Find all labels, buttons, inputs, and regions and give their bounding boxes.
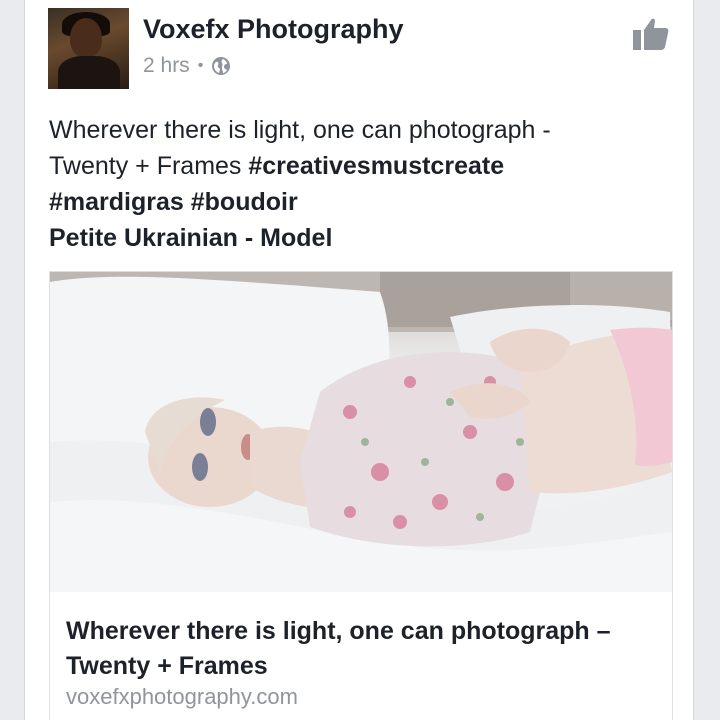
avatar[interactable] xyxy=(48,8,129,89)
link-preview-title[interactable]: Wherever there is light, one can photogr… xyxy=(66,614,656,684)
post-text-line4: Petite Ukrainian - Model xyxy=(49,224,333,252)
meta-separator: • xyxy=(197,57,204,74)
link-preview-card[interactable]: Wherever there is light, one can photogr… xyxy=(49,271,673,720)
avatar-head xyxy=(70,18,102,58)
globe-icon[interactable] xyxy=(211,56,231,76)
hashtag-link[interactable]: #boudoir xyxy=(191,188,298,216)
page-name-link[interactable]: Voxefx Photography xyxy=(143,14,404,45)
hashtag-link[interactable]: #mardigras xyxy=(49,188,184,216)
hashtag-link[interactable]: #creativesmustcreate xyxy=(248,152,504,180)
avatar-body xyxy=(58,56,120,89)
post-meta: 2 hrs • xyxy=(143,54,231,78)
post-text-line2: Twenty + Frames xyxy=(49,152,249,180)
thumbs-up-icon[interactable] xyxy=(631,14,671,54)
link-preview-image[interactable] xyxy=(50,272,672,592)
post-card: Voxefx Photography 2 hrs • Wherever ther… xyxy=(24,0,694,720)
post-text-line1: Wherever there is light, one can photogr… xyxy=(49,116,551,144)
post-text: Wherever there is light, one can photogr… xyxy=(49,112,674,256)
link-preview-domain: voxefxphotography.com xyxy=(66,684,298,709)
post-timestamp[interactable]: 2 hrs xyxy=(143,54,190,78)
